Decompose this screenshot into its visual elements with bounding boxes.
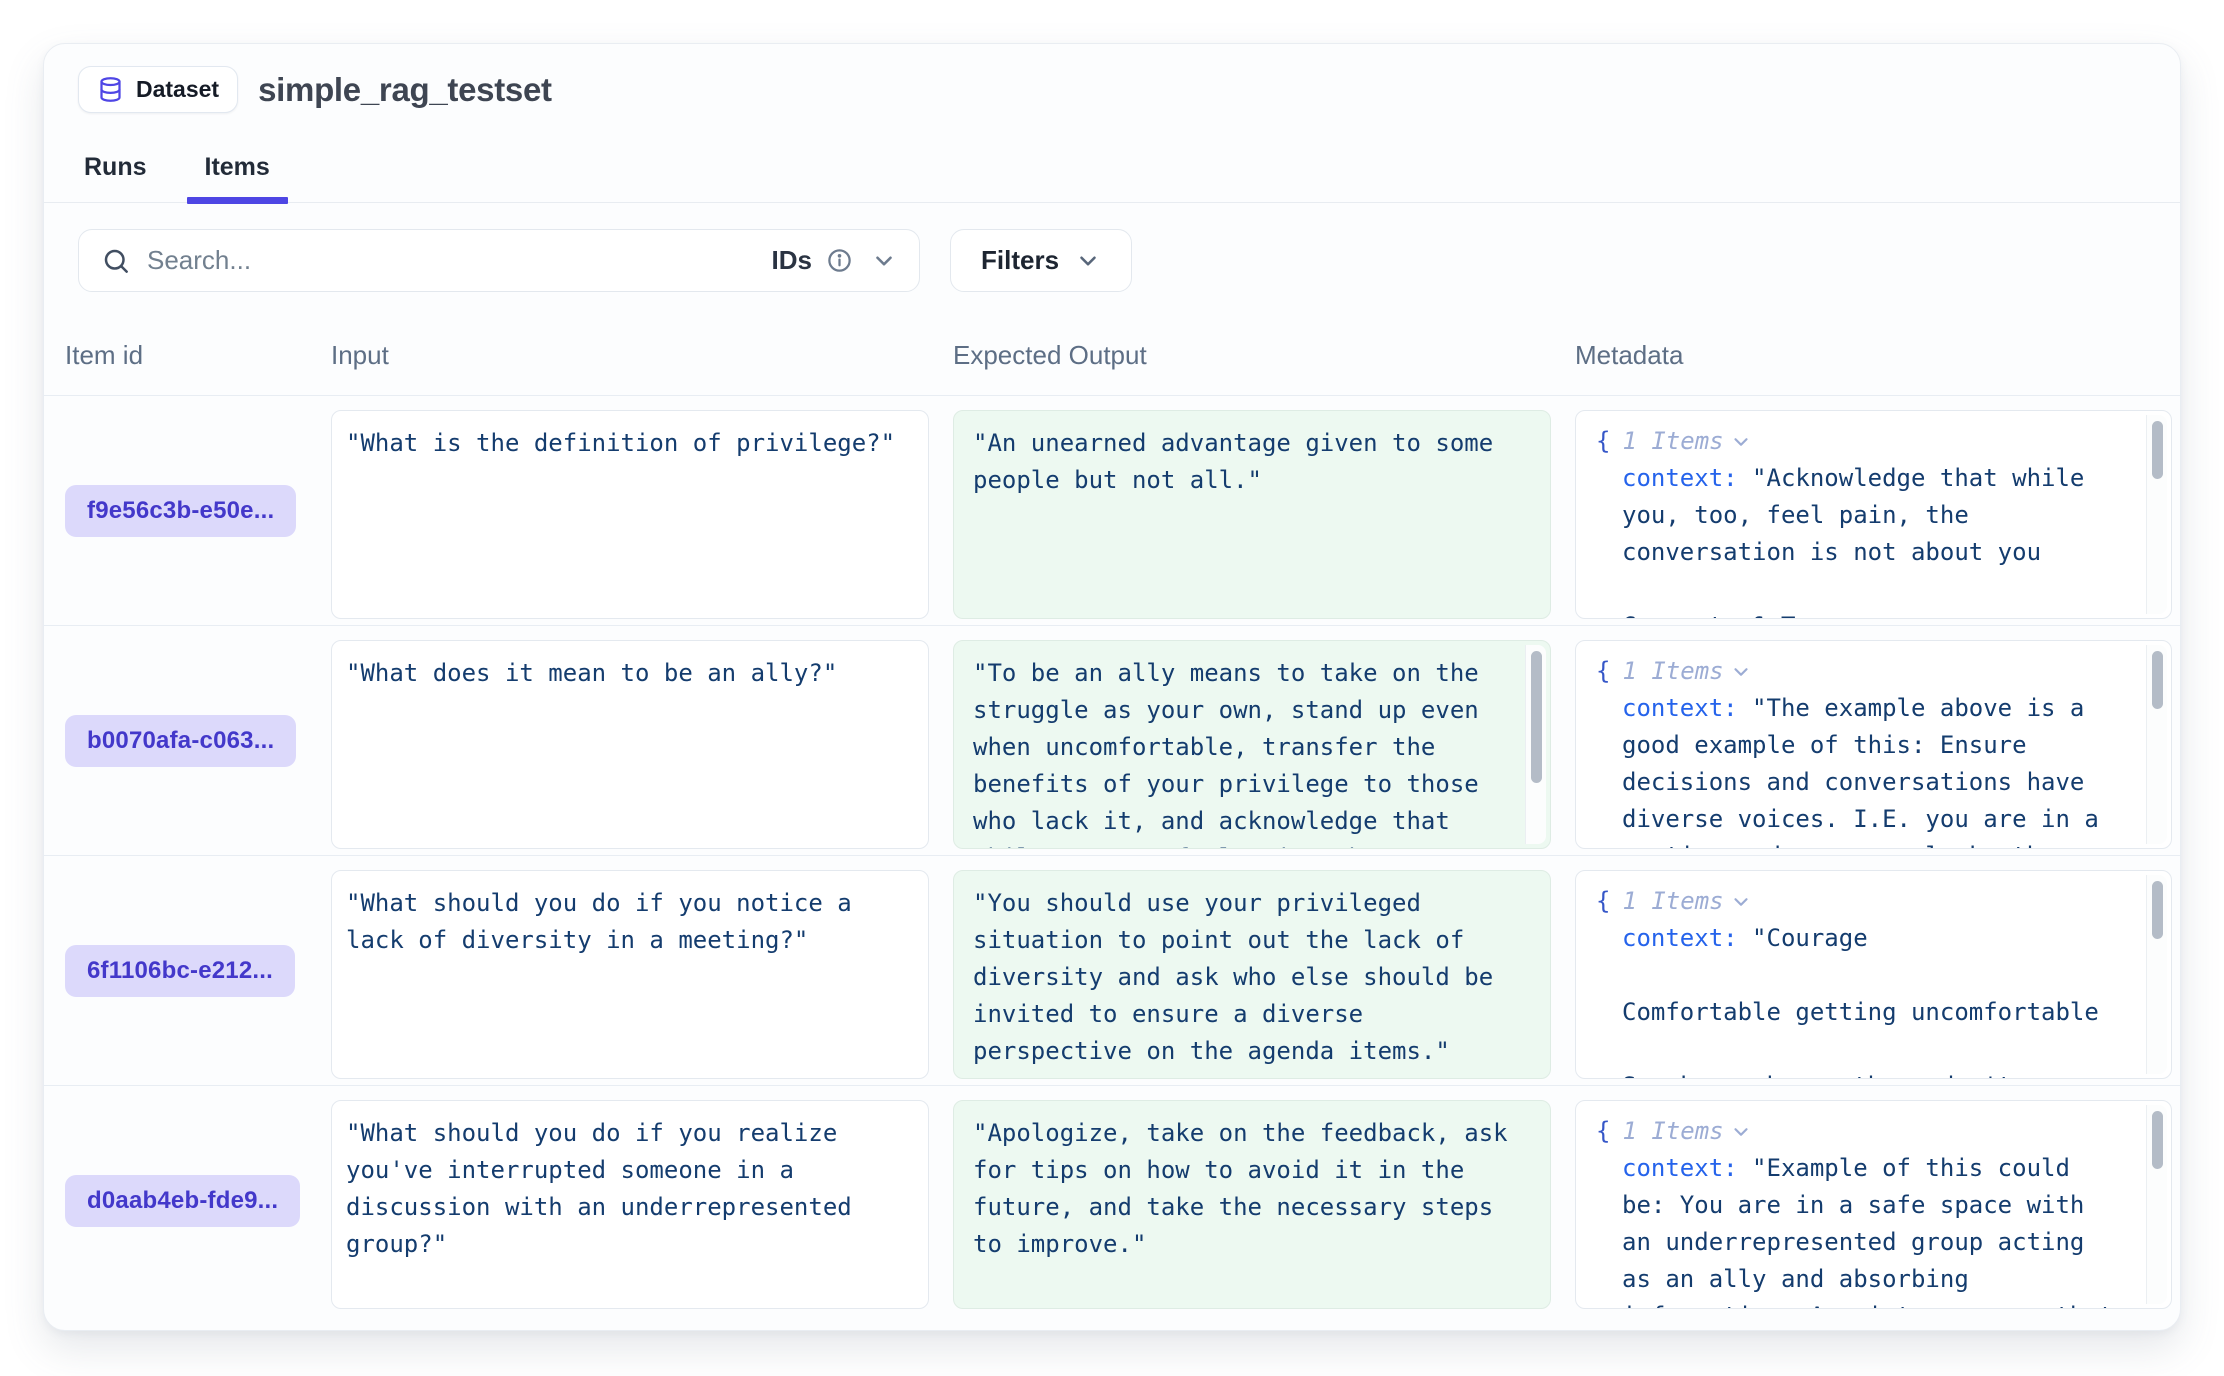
- column-header-input: Input: [331, 340, 953, 371]
- json-brace: {: [1596, 883, 1610, 920]
- filters-button[interactable]: Filters: [950, 229, 1132, 292]
- column-header-item-id: Item id: [65, 340, 331, 371]
- page-title: simple_rag_testset: [258, 71, 552, 109]
- expected-output-text: "To be an ally means to take on the stru…: [973, 659, 1493, 849]
- info-icon[interactable]: [826, 247, 853, 274]
- database-icon: [97, 76, 124, 103]
- item-id-cell: 6f1106bc-e212...: [65, 856, 331, 1085]
- json-brace: {: [1596, 1113, 1610, 1150]
- input-text: "What should you do if you realize you'v…: [346, 1119, 866, 1258]
- expected-output-cell: "Apologize, take on the feedback, ask fo…: [953, 1100, 1551, 1309]
- metadata-collapse-toggle[interactable]: {1 Items: [1596, 1113, 2123, 1150]
- dataset-card: Dataset simple_rag_testset Runs Items Se…: [43, 43, 2181, 1331]
- metadata-cell: {1 Items context: "The example above is …: [1575, 640, 2172, 849]
- table-body: f9e56c3b-e50e... "What is the definition…: [44, 396, 2180, 1316]
- filters-button-label: Filters: [981, 245, 1059, 276]
- chevron-down-icon: [1730, 661, 1752, 683]
- item-id-cell: f9e56c3b-e50e...: [65, 396, 331, 625]
- metadata-json: context: "Acknowledge that while you, to…: [1596, 460, 2123, 619]
- metadata-scrollbar[interactable]: [2146, 875, 2167, 1074]
- table-row: f9e56c3b-e50e... "What is the definition…: [44, 396, 2180, 626]
- table-row: d0aab4eb-fde9... "What should you do if …: [44, 1086, 2180, 1316]
- metadata-collapse-toggle[interactable]: {1 Items: [1596, 653, 2123, 690]
- scrollbar-thumb[interactable]: [1531, 651, 1542, 783]
- tab-bar: Runs Items: [44, 153, 2180, 203]
- scrollbar-thumb[interactable]: [2152, 651, 2163, 709]
- column-header-expected-output: Expected Output: [953, 340, 1575, 371]
- metadata-items-count: 1 Items: [1622, 653, 1723, 690]
- input-cell: "What should you do if you realize you'v…: [331, 1100, 929, 1309]
- json-key: context:: [1622, 924, 1738, 952]
- tab-runs[interactable]: Runs: [80, 153, 151, 202]
- metadata-scrollbar[interactable]: [2146, 1105, 2167, 1304]
- chevron-down-icon: [1730, 1121, 1752, 1143]
- metadata-items-count: 1 Items: [1622, 1113, 1723, 1150]
- scrollbar-thumb[interactable]: [2152, 1111, 2163, 1169]
- dataset-chip: Dataset: [78, 66, 238, 113]
- metadata-json: context: "Example of this could be: You …: [1596, 1150, 2123, 1309]
- item-id-badge[interactable]: b0070afa-c063...: [65, 715, 296, 767]
- input-cell: "What is the definition of privilege?": [331, 410, 929, 619]
- table-row: 6f1106bc-e212... "What should you do if …: [44, 856, 2180, 1086]
- chevron-down-icon: [1730, 431, 1752, 453]
- expected-output-text: "An unearned advantage given to some peo…: [973, 429, 1508, 494]
- metadata-cell: {1 Items context: "Acknowledge that whil…: [1575, 410, 2172, 619]
- toolbar: Search... IDs Filters: [78, 229, 2180, 292]
- json-brace: {: [1596, 653, 1610, 690]
- metadata-json: context: "The example above is a good ex…: [1596, 690, 2123, 849]
- input-cell: "What should you do if you notice a lack…: [331, 870, 929, 1079]
- metadata-json: context: "Courage Comfortable getting un…: [1596, 920, 2123, 1079]
- search-icon: [101, 246, 131, 276]
- metadata-items-count: 1 Items: [1622, 883, 1723, 920]
- metadata-collapse-toggle[interactable]: {1 Items: [1596, 883, 2123, 920]
- expected-output-text: "Apologize, take on the feedback, ask fo…: [973, 1119, 1522, 1258]
- search-input[interactable]: Search... IDs: [78, 229, 920, 292]
- expected-output-cell: "To be an ally means to take on the stru…: [953, 640, 1551, 849]
- json-brace: {: [1596, 423, 1610, 460]
- scrollbar-thumb[interactable]: [2152, 881, 2163, 939]
- column-header-metadata: Metadata: [1575, 340, 2180, 371]
- json-key: context:: [1622, 1154, 1738, 1182]
- chevron-down-icon: [1730, 891, 1752, 913]
- page-header: Dataset simple_rag_testset: [78, 66, 2140, 113]
- json-key: context:: [1622, 464, 1738, 492]
- search-mode-selector[interactable]: IDs: [772, 245, 812, 276]
- dataset-chip-label: Dataset: [136, 76, 219, 103]
- expected-scrollbar[interactable]: [1525, 645, 1546, 844]
- metadata-scrollbar[interactable]: [2146, 415, 2167, 614]
- expected-output-cell: "You should use your privileged situatio…: [953, 870, 1551, 1079]
- scrollbar-thumb[interactable]: [2152, 421, 2163, 479]
- item-id-badge[interactable]: d0aab4eb-fde9...: [65, 1175, 300, 1227]
- table-header: Item id Input Expected Output Metadata: [44, 340, 2180, 396]
- input-text: "What is the definition of privilege?": [346, 429, 895, 457]
- search-placeholder: Search...: [147, 245, 772, 276]
- input-text: "What should you do if you notice a lack…: [346, 889, 866, 954]
- chevron-down-icon: [1075, 248, 1101, 274]
- item-id-badge[interactable]: 6f1106bc-e212...: [65, 945, 295, 997]
- item-id-badge[interactable]: f9e56c3b-e50e...: [65, 485, 296, 537]
- tab-items[interactable]: Items: [201, 153, 274, 202]
- metadata-scrollbar[interactable]: [2146, 645, 2167, 844]
- table-row: b0070afa-c063... "What does it mean to b…: [44, 626, 2180, 856]
- expected-output-cell: "An unearned advantage given to some peo…: [953, 410, 1551, 619]
- input-text: "What does it mean to be an ally?": [346, 659, 837, 687]
- item-id-cell: b0070afa-c063...: [65, 626, 331, 855]
- metadata-items-count: 1 Items: [1622, 423, 1723, 460]
- json-key: context:: [1622, 694, 1738, 722]
- chevron-down-icon: [871, 248, 897, 274]
- input-cell: "What does it mean to be an ally?": [331, 640, 929, 849]
- metadata-collapse-toggle[interactable]: {1 Items: [1596, 423, 2123, 460]
- metadata-cell: {1 Items context: "Example of this could…: [1575, 1100, 2172, 1309]
- expected-output-text: "You should use your privileged situatio…: [973, 889, 1508, 1065]
- item-id-cell: d0aab4eb-fde9...: [65, 1086, 331, 1316]
- metadata-cell: {1 Items context: "Courage Comfortable g…: [1575, 870, 2172, 1079]
